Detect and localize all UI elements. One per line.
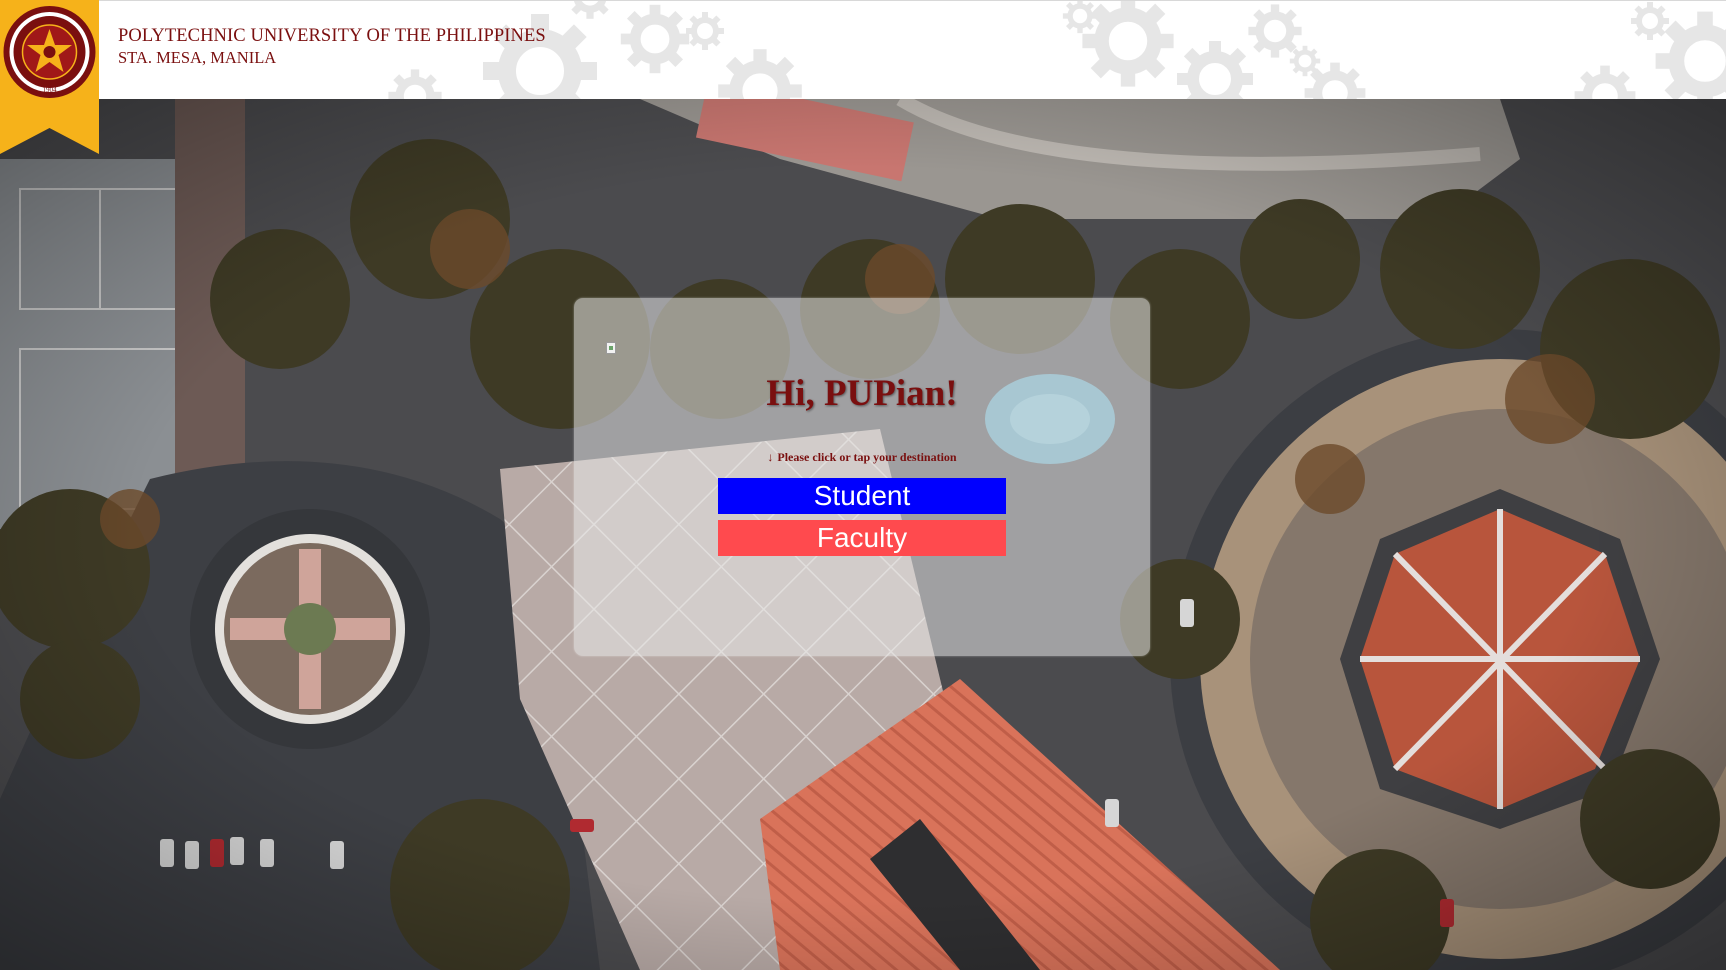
svg-text:1904: 1904	[43, 86, 58, 94]
university-name: POLYTECHNIC UNIVERSITY OF THE PHILIPPINE…	[118, 26, 546, 46]
destination-card: Hi, PUPian! ↓ Please click or tap your de…	[574, 298, 1150, 656]
faculty-button[interactable]: Faculty	[718, 520, 1006, 556]
site-header: POLYTECHNIC UNIVERSITY OF THE PHILIPPINE…	[0, 0, 1726, 99]
student-button[interactable]: Student	[718, 478, 1006, 514]
university-seal-icon[interactable]: 1904	[0, 0, 99, 154]
instruction-label: Please click or tap your destination	[777, 450, 957, 464]
broken-image-icon	[606, 342, 616, 354]
university-location: STA. MESA, MANILA	[118, 48, 277, 67]
instruction-text: ↓ Please click or tap your destination	[574, 449, 1150, 465]
greeting-heading: Hi, PUPian!	[766, 373, 958, 414]
arrow-down-icon: ↓	[767, 450, 774, 464]
